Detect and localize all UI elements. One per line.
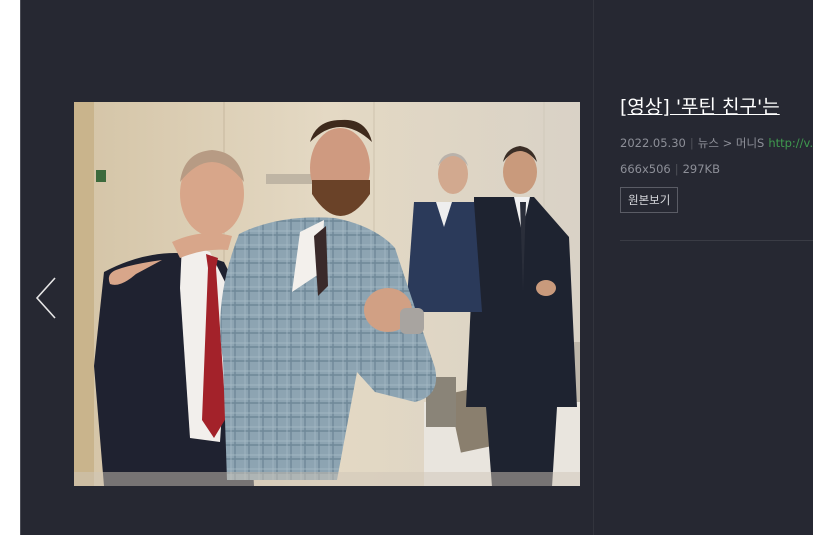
breadcrumb-separator: > xyxy=(722,136,733,150)
prev-image-button[interactable] xyxy=(33,274,63,322)
stage-divider xyxy=(593,0,594,535)
main-photo[interactable] xyxy=(74,102,580,486)
file-size-text: 297KB xyxy=(682,162,720,176)
photo-image xyxy=(74,102,580,486)
source-url-link[interactable]: http://v. xyxy=(768,136,813,150)
dimensions-text: 666x506 xyxy=(620,162,671,176)
info-divider xyxy=(620,240,813,241)
separator: | xyxy=(689,136,694,150)
file-info: 666x506 | 297KB xyxy=(620,161,813,177)
source-link[interactable]: 머니S xyxy=(736,136,764,150)
chevron-left-icon xyxy=(35,277,56,319)
view-original-button[interactable]: 원본보기 xyxy=(620,187,679,213)
category-link[interactable]: 뉴스 xyxy=(698,136,719,150)
separator: | xyxy=(674,162,679,176)
image-viewer: [영상] '푸틴 친구'는 2022.05.30 | 뉴스 > 머니S http://… xyxy=(21,0,813,535)
date-text: 2022.05.30 xyxy=(620,136,686,150)
meta-line: 2022.05.30 | 뉴스 > 머니S http://v. xyxy=(620,135,813,151)
news-title-link[interactable]: [영상] '푸틴 친구'는 xyxy=(620,92,813,122)
info-panel: [영상] '푸틴 친구'는 2022.05.30 | 뉴스 > 머니S http://… xyxy=(620,92,813,213)
